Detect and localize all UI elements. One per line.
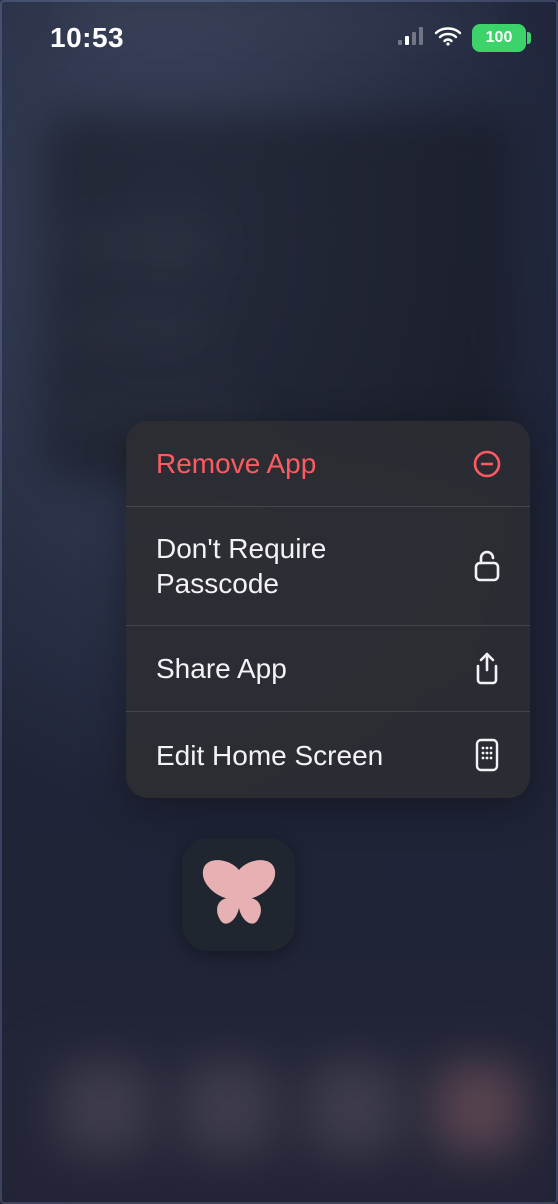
menu-item-share-app[interactable]: Share App — [126, 626, 530, 712]
app-context-menu: Remove App Don't Require Passcode Share … — [126, 421, 530, 798]
wifi-icon — [434, 26, 462, 51]
menu-item-dont-require-passcode[interactable]: Don't Require Passcode — [126, 507, 530, 626]
status-bar: 10:53 100 — [2, 2, 556, 74]
butterfly-icon — [200, 856, 278, 933]
menu-item-label: Edit Home Screen — [156, 738, 383, 773]
share-icon — [470, 652, 504, 686]
menu-item-remove-app[interactable]: Remove App — [126, 421, 530, 507]
status-time: 10:53 — [50, 22, 124, 54]
menu-item-label: Remove App — [156, 446, 316, 481]
menu-item-label: Share App — [156, 651, 287, 686]
lock-open-icon — [470, 549, 504, 583]
menu-item-edit-home-screen[interactable]: Edit Home Screen — [126, 712, 530, 798]
apps-grid-icon — [470, 738, 504, 772]
minus-circle-icon — [470, 449, 504, 479]
cellular-icon — [398, 27, 424, 50]
status-indicators: 100 — [398, 24, 526, 52]
battery-indicator: 100 — [472, 24, 526, 52]
app-icon[interactable] — [182, 838, 295, 951]
menu-item-label: Don't Require Passcode — [156, 531, 456, 601]
